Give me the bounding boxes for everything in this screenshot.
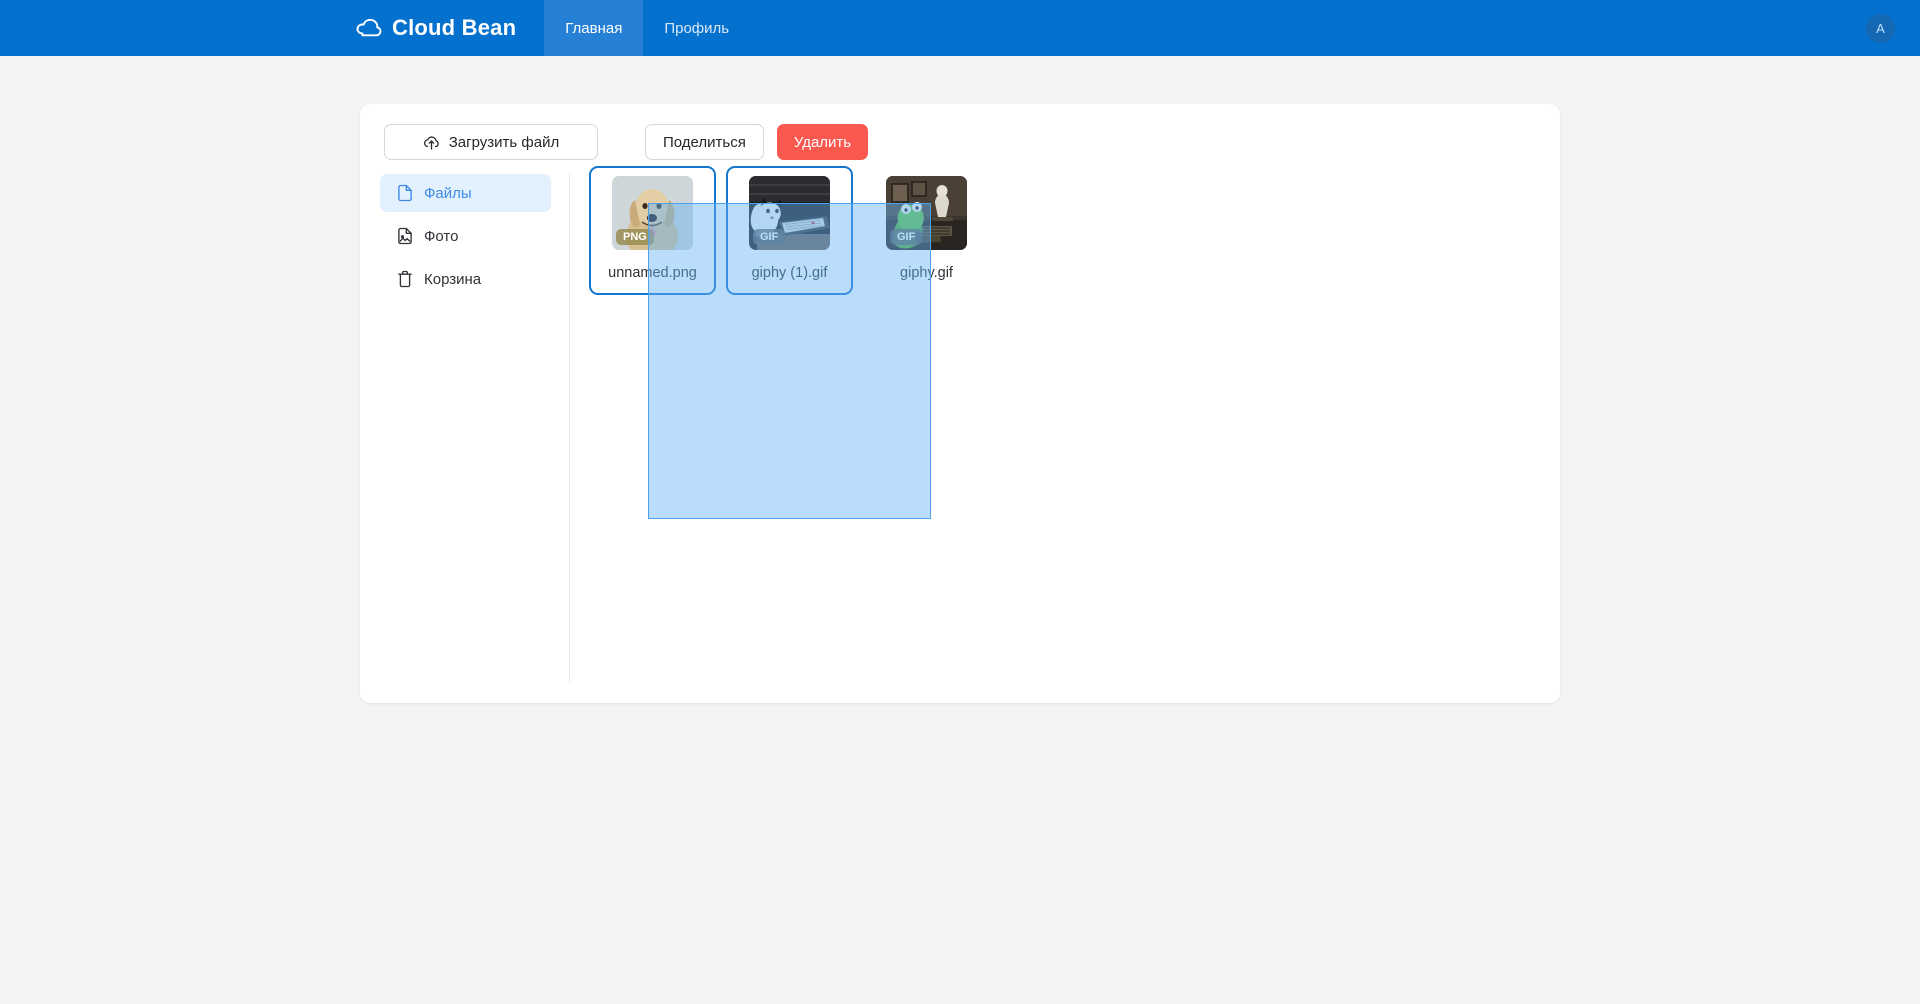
file-tile[interactable]: GIF giphy (1).gif: [726, 166, 853, 295]
share-button[interactable]: Поделиться: [645, 124, 764, 160]
sidebar-item-files-label: Файлы: [424, 184, 472, 202]
sidebar-item-photos[interactable]: Фото: [380, 217, 551, 255]
nav-tab-home[interactable]: Главная: [544, 0, 644, 56]
sidebar-item-files[interactable]: Файлы: [380, 174, 551, 212]
avatar-initial: A: [1876, 20, 1885, 36]
file-name: giphy (1).gif: [751, 265, 828, 281]
file-type-badge: GIF: [753, 229, 786, 245]
files-panel: Загрузить файл Поделиться Удалить Файлы: [360, 104, 1560, 703]
cloud-icon: [356, 19, 382, 37]
share-label: Поделиться: [663, 133, 746, 151]
cloud-upload-icon: [423, 134, 440, 151]
nav-tab-home-label: Главная: [565, 19, 623, 37]
file-tile[interactable]: GIF giphy.gif: [863, 166, 990, 295]
nav-tab-profile-label: Профиль: [664, 19, 730, 37]
delete-label: Удалить: [793, 133, 852, 151]
trash-icon: [397, 270, 413, 288]
navbar-spacer: [750, 0, 1866, 56]
delete-button[interactable]: Удалить: [776, 124, 869, 160]
file-thumbnail: PNG: [612, 176, 693, 250]
file-thumbnail: GIF: [886, 176, 967, 250]
sidebar-item-trash[interactable]: Корзина: [380, 260, 551, 298]
nav-tab-profile[interactable]: Профиль: [643, 0, 750, 56]
image-file-icon: [397, 227, 413, 245]
file-grid: PNG unnamed.png GIF giphy (1).gif GIF gi…: [589, 166, 1529, 295]
brand-name: Cloud Bean: [392, 15, 517, 40]
avatar[interactable]: A: [1866, 13, 1895, 43]
file-name: unnamed.png: [608, 265, 697, 281]
file-thumbnail: GIF: [749, 176, 830, 250]
upload-file-label: Загрузить файл: [448, 133, 560, 151]
file-icon: [397, 184, 413, 202]
file-tile[interactable]: PNG unnamed.png: [589, 166, 716, 295]
brand-logo[interactable]: Cloud Bean: [356, 0, 544, 56]
sidebar-item-photos-label: Фото: [424, 227, 459, 245]
file-name: giphy.gif: [900, 265, 953, 281]
top-navbar: Cloud Bean Главная Профиль A: [0, 0, 1920, 56]
sidebar: Файлы Фото Корзина: [380, 174, 570, 682]
file-type-badge: GIF: [890, 229, 923, 245]
toolbar: Загрузить файл Поделиться Удалить: [384, 124, 869, 160]
upload-file-button[interactable]: Загрузить файл: [384, 124, 598, 160]
sidebar-item-trash-label: Корзина: [424, 270, 482, 288]
file-type-badge: PNG: [616, 229, 654, 245]
